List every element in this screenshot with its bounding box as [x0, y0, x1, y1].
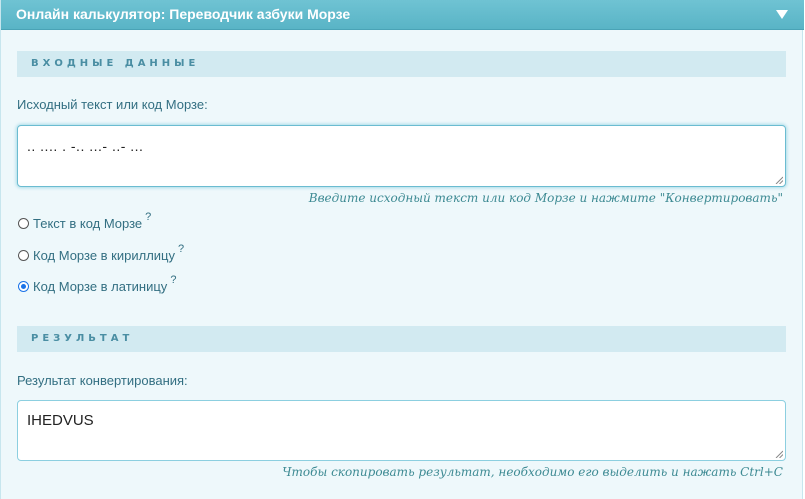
- page-title: Онлайн калькулятор: Переводчик азбуки Мо…: [16, 6, 351, 22]
- radio-button[interactable]: [18, 217, 29, 229]
- input-textarea[interactable]: .. .... . -.. ...- ..- ...: [17, 125, 786, 187]
- help-question-icon[interactable]: ?: [178, 243, 184, 255]
- option-morse-to-cyrillic[interactable]: Код Морзе в кириллицу ?: [18, 243, 184, 264]
- input-label: Исходный текст или код Морзе:: [17, 97, 208, 112]
- result-textarea[interactable]: IHEDVUS: [17, 400, 786, 461]
- resize-grip-icon[interactable]: [775, 450, 783, 458]
- input-section-header: ВХОДНЫЕ ДАННЫЕ: [17, 51, 786, 77]
- result-label: Результат конвертирования:: [17, 373, 188, 388]
- collapse-triangle-down-icon[interactable]: [776, 10, 788, 19]
- option-label: Код Морзе в кириллицу: [33, 247, 175, 263]
- help-question-icon[interactable]: ?: [170, 274, 176, 286]
- option-label: Код Морзе в латиницу: [33, 278, 168, 294]
- option-morse-to-latin[interactable]: Код Морзе в латиницу ?: [18, 274, 176, 295]
- option-label: Текст в код Морзе: [33, 215, 143, 231]
- result-section-header: РЕЗУЛЬТАТ: [17, 326, 786, 352]
- radio-button[interactable]: [18, 249, 29, 261]
- resize-grip-icon[interactable]: [775, 176, 783, 184]
- radio-button-selected[interactable]: [18, 280, 29, 292]
- help-question-icon[interactable]: ?: [145, 211, 151, 223]
- option-text-to-morse[interactable]: Текст в код Морзе ?: [18, 211, 151, 232]
- calculator-panel: Онлайн калькулятор: Переводчик азбуки Мо…: [0, 0, 804, 499]
- input-hint: Введите исходный текст или код Морзе и н…: [308, 191, 783, 205]
- result-textarea-value: IHEDVUS: [27, 412, 94, 429]
- input-textarea-value: .. .... . -.. ...- ..- ...: [27, 138, 144, 154]
- result-hint: Чтобы скопировать результат, необходимо …: [282, 465, 783, 479]
- title-bar: Онлайн калькулятор: Переводчик азбуки Мо…: [1, 0, 804, 30]
